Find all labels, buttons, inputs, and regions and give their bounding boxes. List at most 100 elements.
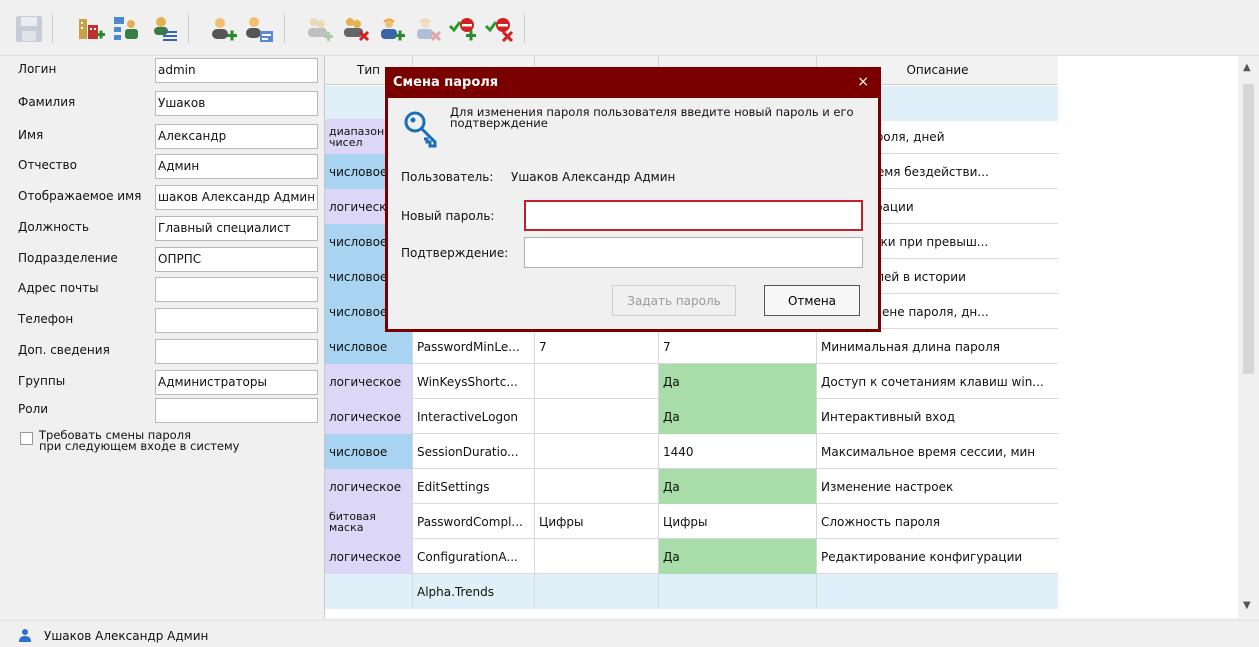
must-change-checkbox[interactable]	[20, 432, 33, 445]
position-input[interactable]: Главный специалист	[155, 216, 318, 241]
middlename-row: Отчество Админ	[0, 152, 322, 180]
change-password-dialog: Смена пароля × Для изменения пароля поль…	[385, 67, 881, 332]
table-cell-val1	[535, 469, 659, 504]
table-row[interactable]: логическое InteractiveLogon Да Интерактивны…	[325, 399, 1058, 434]
table-cell-val2: Да	[659, 539, 817, 574]
table-cell-val1: Цифры	[535, 504, 659, 539]
add-permission-icon[interactable]	[446, 11, 480, 47]
table-row[interactable]: логическое ConfigurationA... Да Редактирова…	[325, 539, 1058, 574]
phone-label: Телефон	[18, 312, 74, 326]
toolbar-separator	[284, 14, 285, 44]
department-label: Подразделение	[18, 251, 118, 265]
table-row[interactable]: логическое EditSettings Да Изменение настро…	[325, 469, 1058, 504]
must-change-label: Требовать смены пароля при следующем вхо…	[39, 428, 240, 453]
table-cell-val2: Да	[659, 469, 817, 504]
groups-label: Группы	[18, 374, 66, 388]
user-value: Ушаков Александр Админ	[511, 170, 676, 184]
delete-user-icon[interactable]	[338, 11, 372, 47]
email-row: Адрес почты	[0, 275, 322, 303]
org-structure-icon[interactable]	[110, 11, 144, 47]
user-card-icon[interactable]	[242, 11, 276, 47]
roles-input[interactable]	[155, 398, 318, 423]
firstname-label: Имя	[18, 128, 44, 142]
add-user-disabled-icon[interactable]	[302, 11, 336, 47]
confirm-password-input[interactable]	[524, 237, 863, 268]
toolbar-separator	[188, 14, 189, 44]
table-cell-name: ConfigurationA...	[413, 539, 535, 574]
add-org-unit-icon[interactable]	[74, 11, 108, 47]
lastname-input[interactable]: Ушаков	[155, 91, 318, 116]
toolbar-separator	[52, 14, 53, 44]
confirm-password-label: Подтверждение:	[401, 246, 509, 260]
scroll-up-icon[interactable]: ▲	[1243, 62, 1251, 73]
login-row: Логин admin	[0, 56, 322, 84]
email-input[interactable]	[155, 277, 318, 302]
department-row: Подразделение ОПРПС	[0, 245, 322, 273]
table-cell-val1	[535, 574, 659, 609]
table-cell-type: логическое	[325, 469, 413, 504]
table-cell-name: SessionDuratio...	[413, 434, 535, 469]
key-icon	[404, 111, 437, 148]
table-cell-type: битовая маска	[325, 504, 413, 539]
new-password-label: Новый пароль:	[401, 209, 495, 223]
vertical-scrollbar[interactable]: ▲ ▼	[1238, 56, 1259, 618]
table-row[interactable]: битовая маска PasswordCompl... Цифры Цифры С…	[325, 504, 1058, 539]
table-row[interactable]: логическое WinKeysShortc... Да Доступ к соч…	[325, 364, 1058, 399]
user-label: Пользователь:	[401, 170, 494, 184]
table-row[interactable]: числовое SessionDuratio... 1440 Максимально…	[325, 434, 1058, 469]
add-user-icon[interactable]	[206, 11, 240, 47]
delete-permission-icon[interactable]	[482, 11, 516, 47]
table-cell-val1	[535, 399, 659, 434]
roles-label: Роли	[18, 402, 49, 416]
table-cell-name: EditSettings	[413, 469, 535, 504]
firstname-input[interactable]: Александр	[155, 124, 318, 149]
lastname-row: Фамилия Ушаков	[0, 89, 322, 117]
position-row: Должность Главный специалист	[0, 214, 322, 242]
displayname-label: Отображаемое имя	[18, 189, 142, 203]
table-cell-desc: Максимальное время сессии, мин	[817, 434, 1058, 469]
phone-row: Телефон	[0, 306, 322, 334]
table-cell-desc: Сложность пароля	[817, 504, 1058, 539]
toolbar	[0, 0, 1259, 56]
dialog-titlebar[interactable]: Смена пароля ×	[385, 67, 881, 98]
new-password-input[interactable]	[524, 200, 863, 231]
login-input[interactable]: admin	[155, 58, 318, 83]
phone-input[interactable]	[155, 308, 318, 333]
extra-input[interactable]	[155, 339, 318, 364]
table-cell-val2: Да	[659, 399, 817, 434]
close-icon[interactable]: ×	[857, 74, 869, 90]
scroll-down-icon[interactable]: ▼	[1243, 600, 1251, 611]
status-bar: Ушаков Александр Админ	[0, 620, 1259, 647]
users-list-icon[interactable]	[146, 11, 180, 47]
groups-input[interactable]: Администраторы	[155, 370, 318, 395]
user-admin-window: Логин admin Фамилия Ушаков Имя Александр…	[0, 0, 1259, 647]
dialog-body: Для изменения пароля пользователя введит…	[388, 98, 878, 329]
delete-worker-disabled-icon[interactable]	[410, 11, 444, 47]
add-worker-icon[interactable]	[374, 11, 408, 47]
scrollbar-thumb[interactable]	[1243, 84, 1254, 374]
table-cell-type: логическое	[325, 539, 413, 574]
save-icon[interactable]	[12, 11, 46, 47]
table-cell-name: Alpha.Trends	[413, 574, 535, 609]
extra-row: Доп. сведения	[0, 337, 322, 365]
table-cell-val1	[535, 434, 659, 469]
table-cell-val1	[535, 364, 659, 399]
table-row[interactable]: числовое PasswordMinLe... 7 7 Минимальная дл…	[325, 329, 1058, 364]
table-cell-type: логическое	[325, 399, 413, 434]
detail-pane	[1058, 56, 1259, 618]
user-icon	[19, 629, 31, 642]
dialog-info-text: Для изменения пароля пользователя введит…	[450, 105, 854, 130]
displayname-input[interactable]: шаков Александр Админ	[155, 185, 318, 210]
extra-label: Доп. сведения	[18, 343, 110, 357]
table-cell-desc	[817, 574, 1058, 609]
table-row[interactable]: Alpha.Trends	[325, 574, 1058, 609]
set-password-button[interactable]: Задать пароль	[612, 285, 736, 316]
position-label: Должность	[18, 220, 90, 234]
table-cell-val2: 1440	[659, 434, 817, 469]
displayname-row: Отображаемое имя шаков Александр Админ	[0, 183, 322, 211]
department-input[interactable]: ОПРПС	[155, 247, 318, 272]
middlename-input[interactable]: Админ	[155, 154, 318, 179]
cancel-button[interactable]: Отмена	[764, 285, 860, 316]
table-cell-type: логическое	[325, 364, 413, 399]
lastname-label: Фамилия	[18, 95, 76, 109]
